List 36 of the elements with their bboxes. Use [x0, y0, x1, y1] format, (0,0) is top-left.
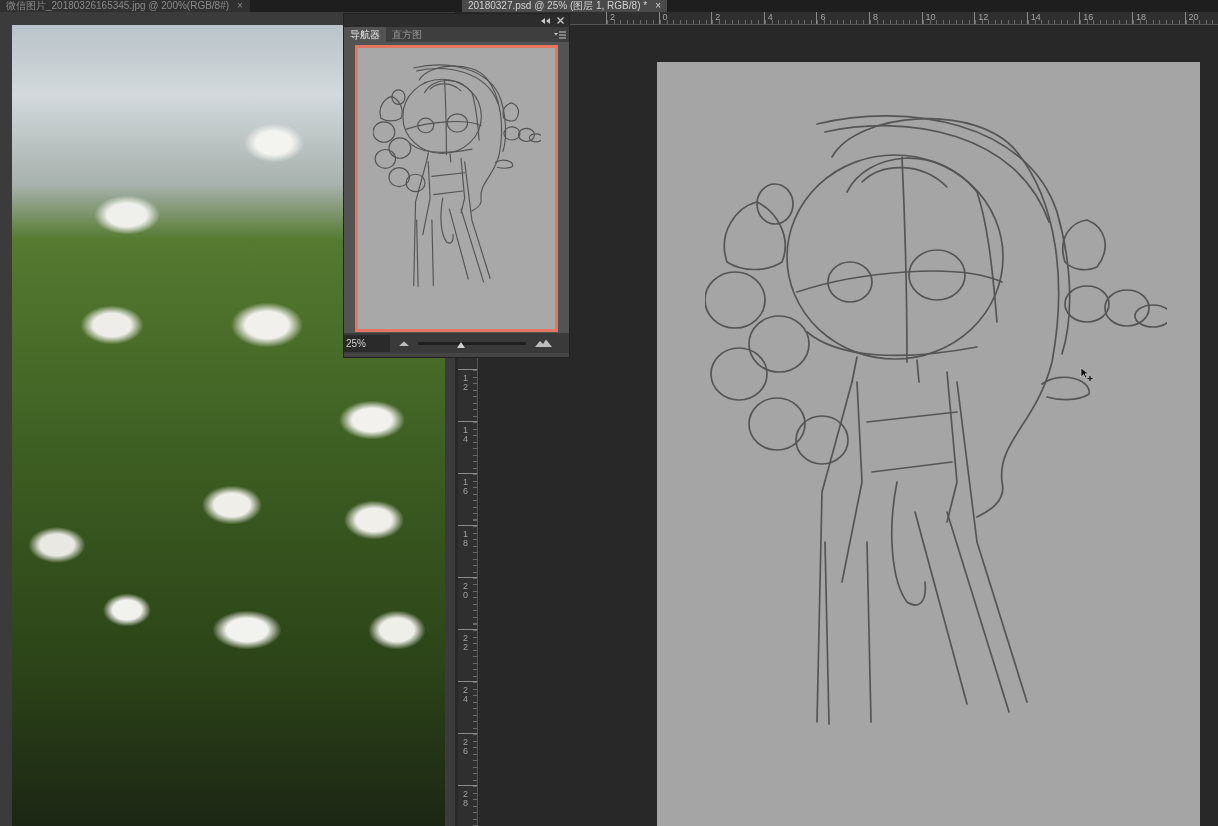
ruler-label: 12 [463, 374, 468, 392]
ruler-label: 18 [463, 530, 468, 548]
double-chevron-icon[interactable] [541, 17, 550, 24]
ruler-label: 20 [463, 582, 468, 600]
close-icon[interactable] [557, 17, 564, 24]
ruler-label: 6 [820, 12, 826, 22]
close-button[interactable]: × [237, 0, 243, 12]
ruler-label: 16 [1083, 12, 1094, 22]
close-button[interactable]: × [655, 0, 661, 12]
navigator-thumbnail[interactable] [355, 45, 558, 332]
ruler-label: 28 [463, 790, 468, 808]
ruler-label: 0 [662, 12, 668, 22]
ruler-label: 22 [463, 634, 468, 652]
small-mountain-icon[interactable] [399, 340, 409, 346]
document-tab[interactable]: 20180327.psd @ 25% (图层 1, RGB/8) * × [462, 0, 667, 12]
large-mountain-icon[interactable] [535, 339, 552, 347]
ruler-label: 2 [610, 12, 615, 22]
ruler-label: 10 [925, 12, 936, 22]
ruler-label: 14 [463, 426, 468, 444]
slider-thumb[interactable] [457, 341, 466, 348]
cursor-icon [1080, 367, 1094, 381]
ruler-label: 16 [463, 478, 468, 496]
ruler-label: 26 [463, 738, 468, 756]
ruler-label: 20 [1188, 12, 1199, 22]
ruler-label: 4 [767, 12, 773, 22]
ruler-label: 14 [1030, 12, 1041, 22]
ruler-label: 18 [1135, 12, 1146, 22]
ruler-label: 24 [463, 686, 468, 704]
document-tab[interactable]: 微信图片_20180326165345.jpg @ 200%(RGB/8#) × [0, 0, 250, 12]
zoom-field[interactable]: 25% [344, 334, 390, 352]
panel-tab[interactable]: 直方图 [386, 27, 428, 42]
ruler-label: 12 [978, 12, 989, 22]
ruler-label: 2 [715, 12, 721, 22]
panel-tab[interactable]: 导航器 [344, 27, 386, 42]
menu-icon[interactable] [554, 30, 566, 39]
ruler-label: 8 [872, 12, 878, 22]
